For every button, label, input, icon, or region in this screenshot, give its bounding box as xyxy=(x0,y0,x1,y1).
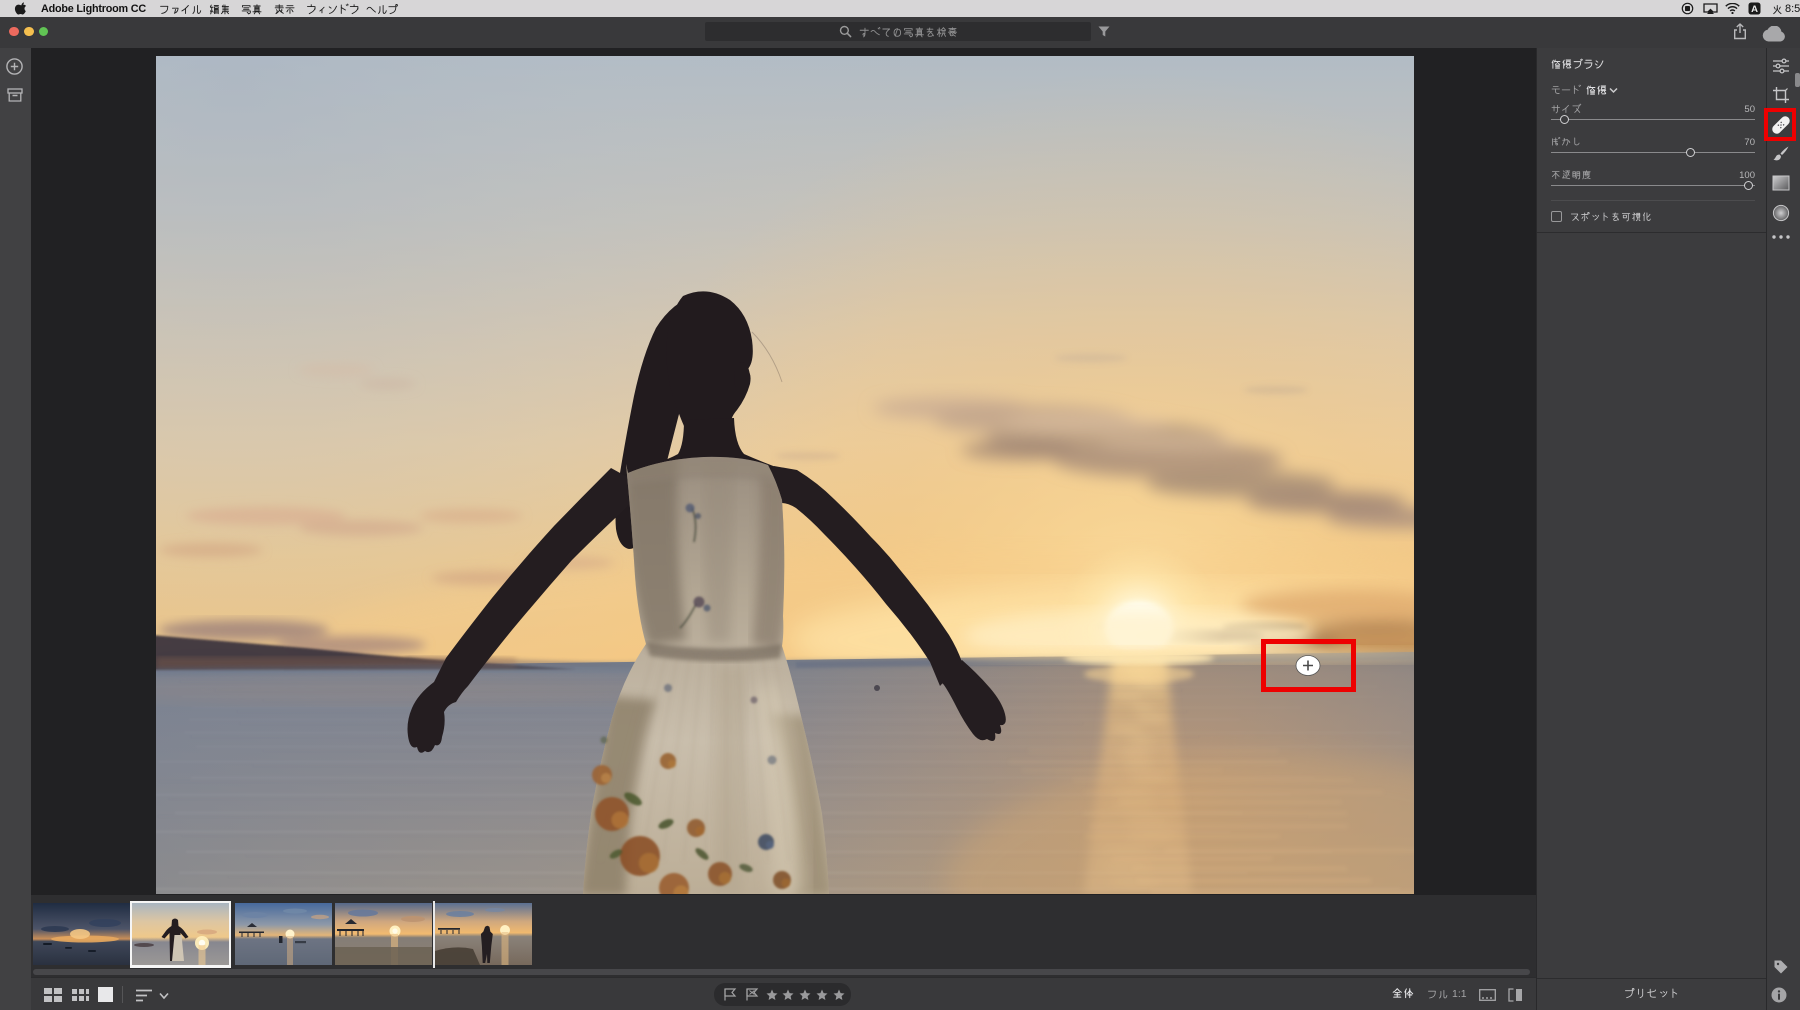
svg-text:A: A xyxy=(1751,4,1758,15)
